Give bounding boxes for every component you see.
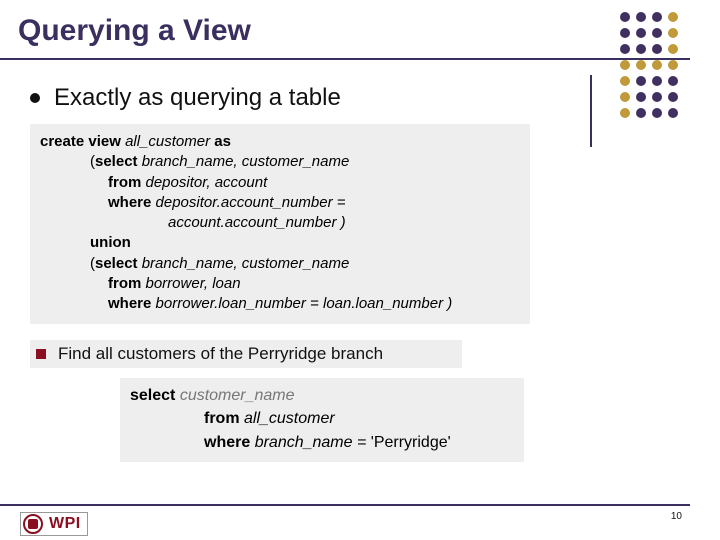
corner-dots-decoration	[614, 12, 678, 124]
wpi-seal-icon	[23, 514, 43, 534]
bullet-disc-icon	[30, 93, 40, 103]
footer-line	[0, 504, 690, 506]
sql-create-view-block: create view all_customer as (select bran…	[30, 124, 530, 324]
wpi-logo: WPI	[20, 512, 88, 536]
wpi-logo-text: WPI	[49, 515, 81, 533]
page-number: 10	[671, 511, 682, 522]
bullet-text: Exactly as querying a table	[54, 84, 341, 112]
sql-select-block: select customer_name from all_customer w…	[120, 378, 524, 462]
bullet-item-sub: Find all customers of the Perryridge bra…	[30, 340, 462, 368]
bullet-square-icon	[36, 349, 46, 359]
vertical-decoration-line	[590, 75, 592, 147]
bullet-sub-text: Find all customers of the Perryridge bra…	[58, 344, 383, 364]
